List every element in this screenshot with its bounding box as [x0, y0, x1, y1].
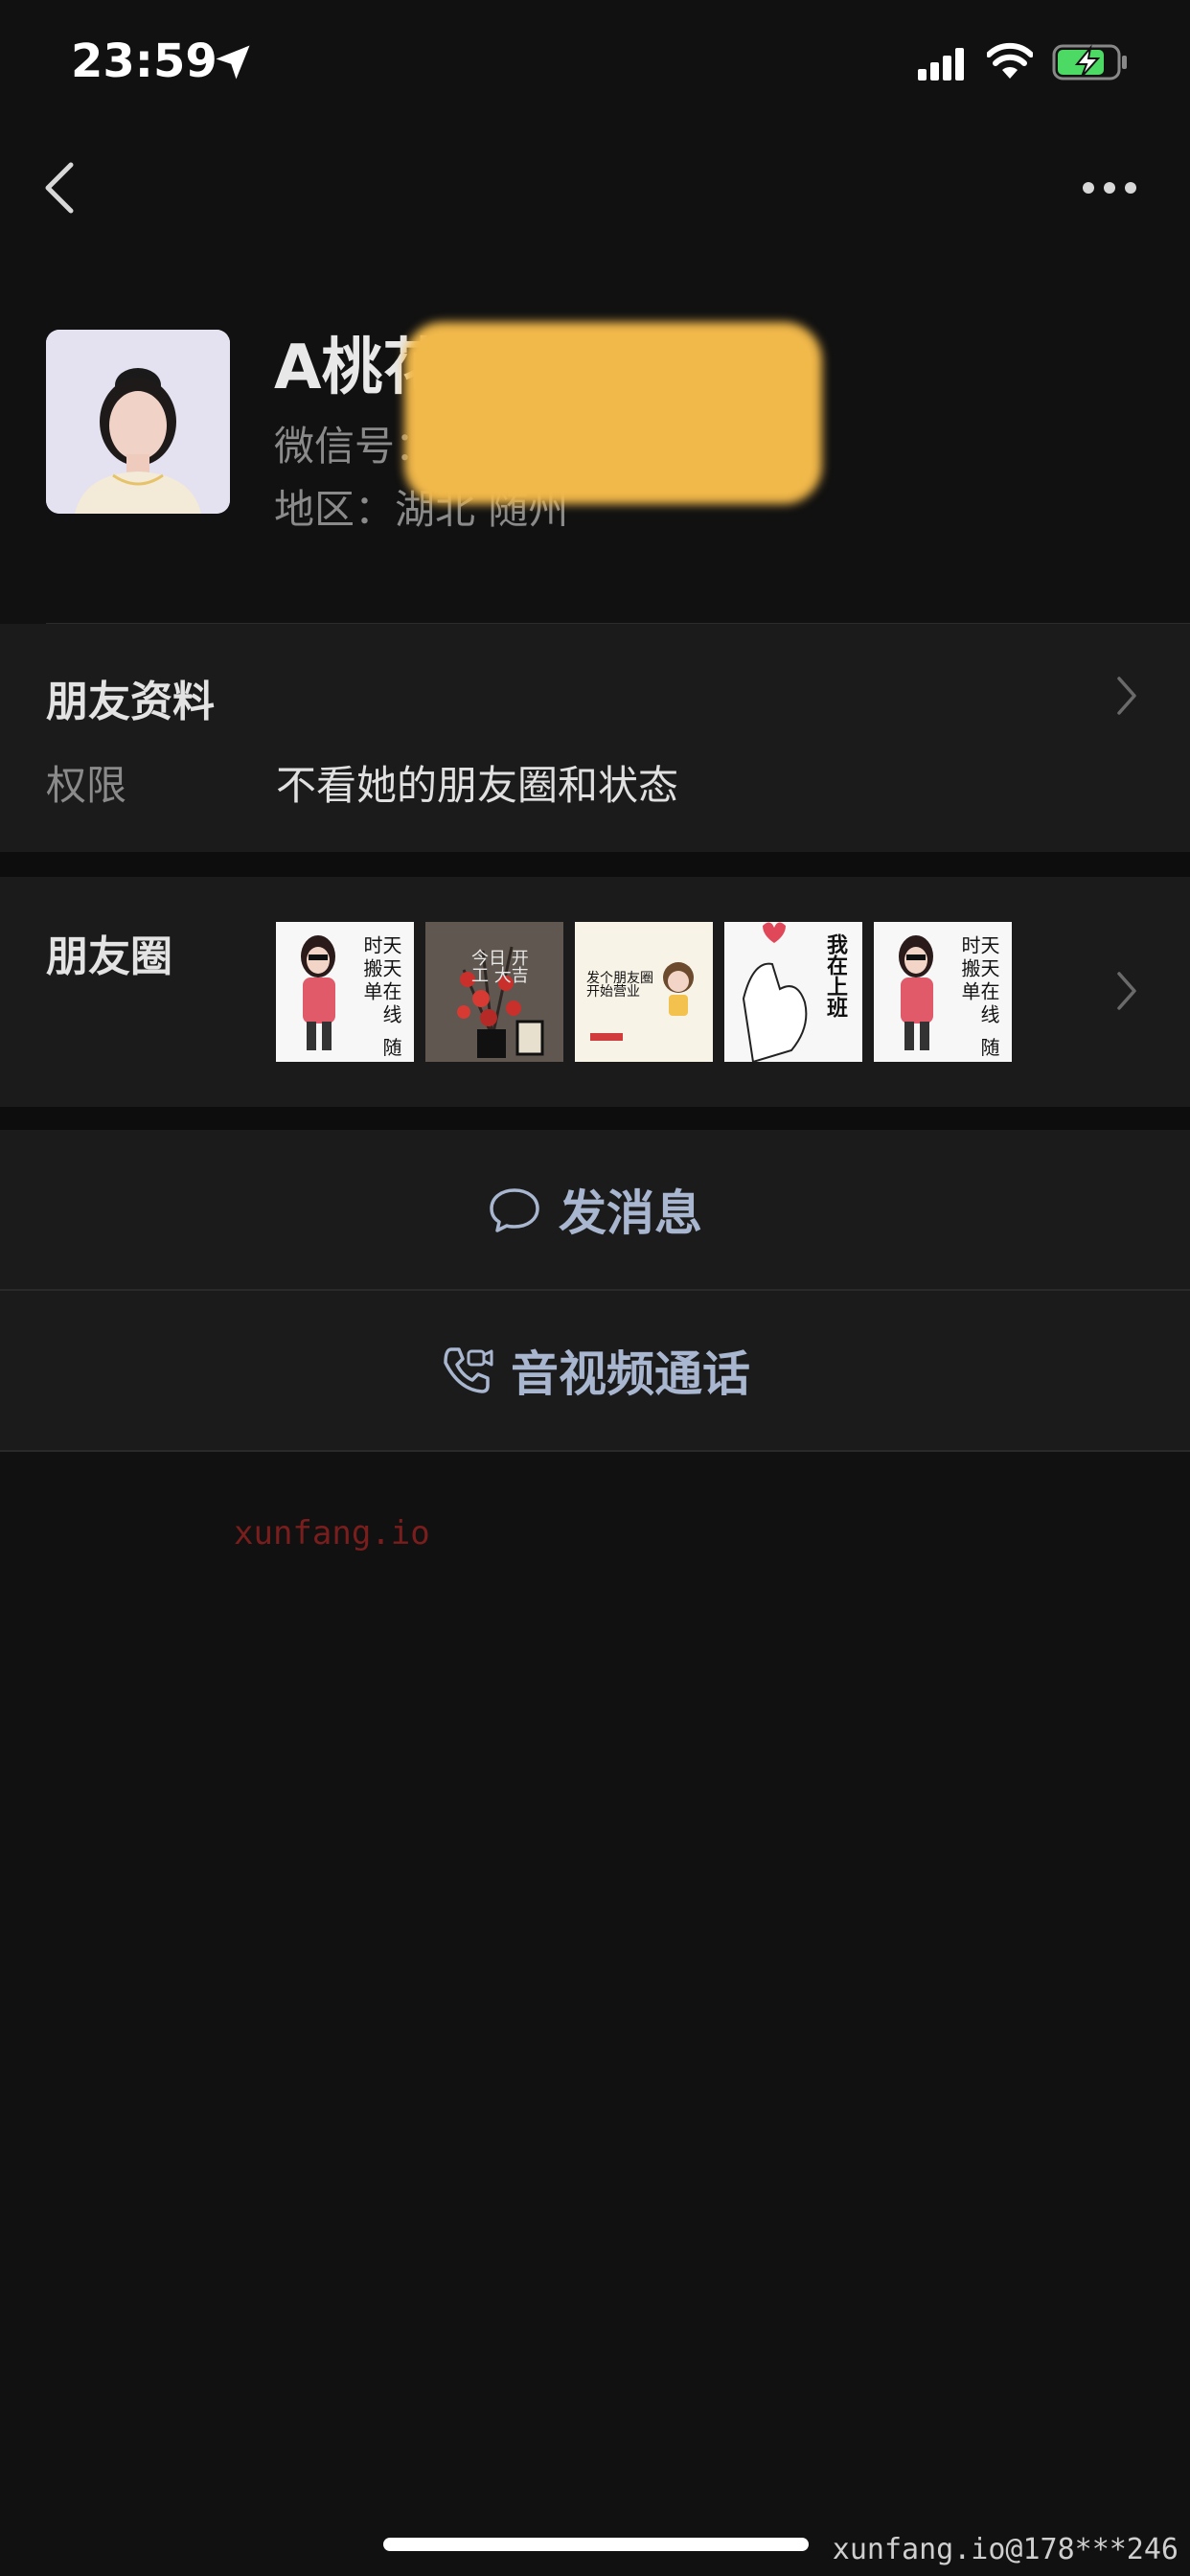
- chat-bubble-icon: [490, 1188, 539, 1232]
- watermark-text: xunfang.io: [234, 1514, 430, 1552]
- moment-thumb-2[interactable]: 今日 开工 大吉: [425, 922, 563, 1062]
- chevron-right-icon: [1117, 677, 1136, 715]
- send-message-button[interactable]: 发消息: [0, 1130, 1190, 1289]
- moment-thumb-3[interactable]: 发个朋友圈 开始营业: [575, 922, 713, 1062]
- moment-thumb-4-text: 我在上班: [823, 933, 847, 1018]
- moments-thumbnails[interactable]: 天天在线 随时搬单 今日 开工 大吉 发个朋友圈 开始营业 我在上班 天天在线 …: [276, 922, 1016, 1062]
- home-indicator[interactable]: [383, 2538, 809, 2551]
- send-message-label: 发消息: [559, 1185, 702, 1241]
- location-arrow-icon: [216, 45, 250, 80]
- friend-info-title: 朋友资料: [46, 678, 215, 726]
- corner-watermark: xunfang.io@178***246: [832, 2533, 1179, 2566]
- video-call-button[interactable]: 音视频通话: [0, 1291, 1190, 1450]
- wifi-icon: [987, 42, 1033, 79]
- phone-video-icon: [444, 1347, 493, 1393]
- moments-title: 朋友圈: [46, 932, 172, 981]
- redaction-blur: [404, 322, 822, 504]
- video-call-label: 音视频通话: [511, 1346, 750, 1402]
- moment-thumb-4[interactable]: 我在上班: [724, 922, 862, 1062]
- chevron-right-icon: [1117, 972, 1136, 1010]
- section-gap: [0, 852, 1190, 877]
- friend-info-section[interactable]: [0, 624, 1190, 852]
- permission-label: 权限: [46, 762, 127, 809]
- moment-thumb-3-text: 发个朋友圈 开始营业: [586, 971, 653, 1000]
- more-options-icon[interactable]: [1081, 178, 1138, 197]
- moment-thumb-5[interactable]: 天天在线 随时搬单: [874, 922, 1012, 1062]
- battery-charging-icon: [1052, 44, 1127, 80]
- moment-thumb-1[interactable]: 天天在线 随时搬单: [276, 922, 414, 1062]
- back-chevron-icon[interactable]: [42, 159, 77, 217]
- moment-thumb-5-text: 天天在线 随时搬单: [958, 935, 1000, 1061]
- cellular-signal-icon: [918, 48, 964, 80]
- moment-thumb-1-text: 天天在线 随时搬单: [360, 935, 402, 1061]
- permission-value: 不看她的朋友圈和状态: [276, 762, 679, 809]
- divider: [0, 1450, 1190, 1452]
- section-gap: [0, 1107, 1190, 1130]
- moment-thumb-2-text: 今日 开工 大吉: [471, 949, 529, 986]
- avatar[interactable]: [46, 330, 230, 514]
- status-time: 23:59: [71, 34, 217, 88]
